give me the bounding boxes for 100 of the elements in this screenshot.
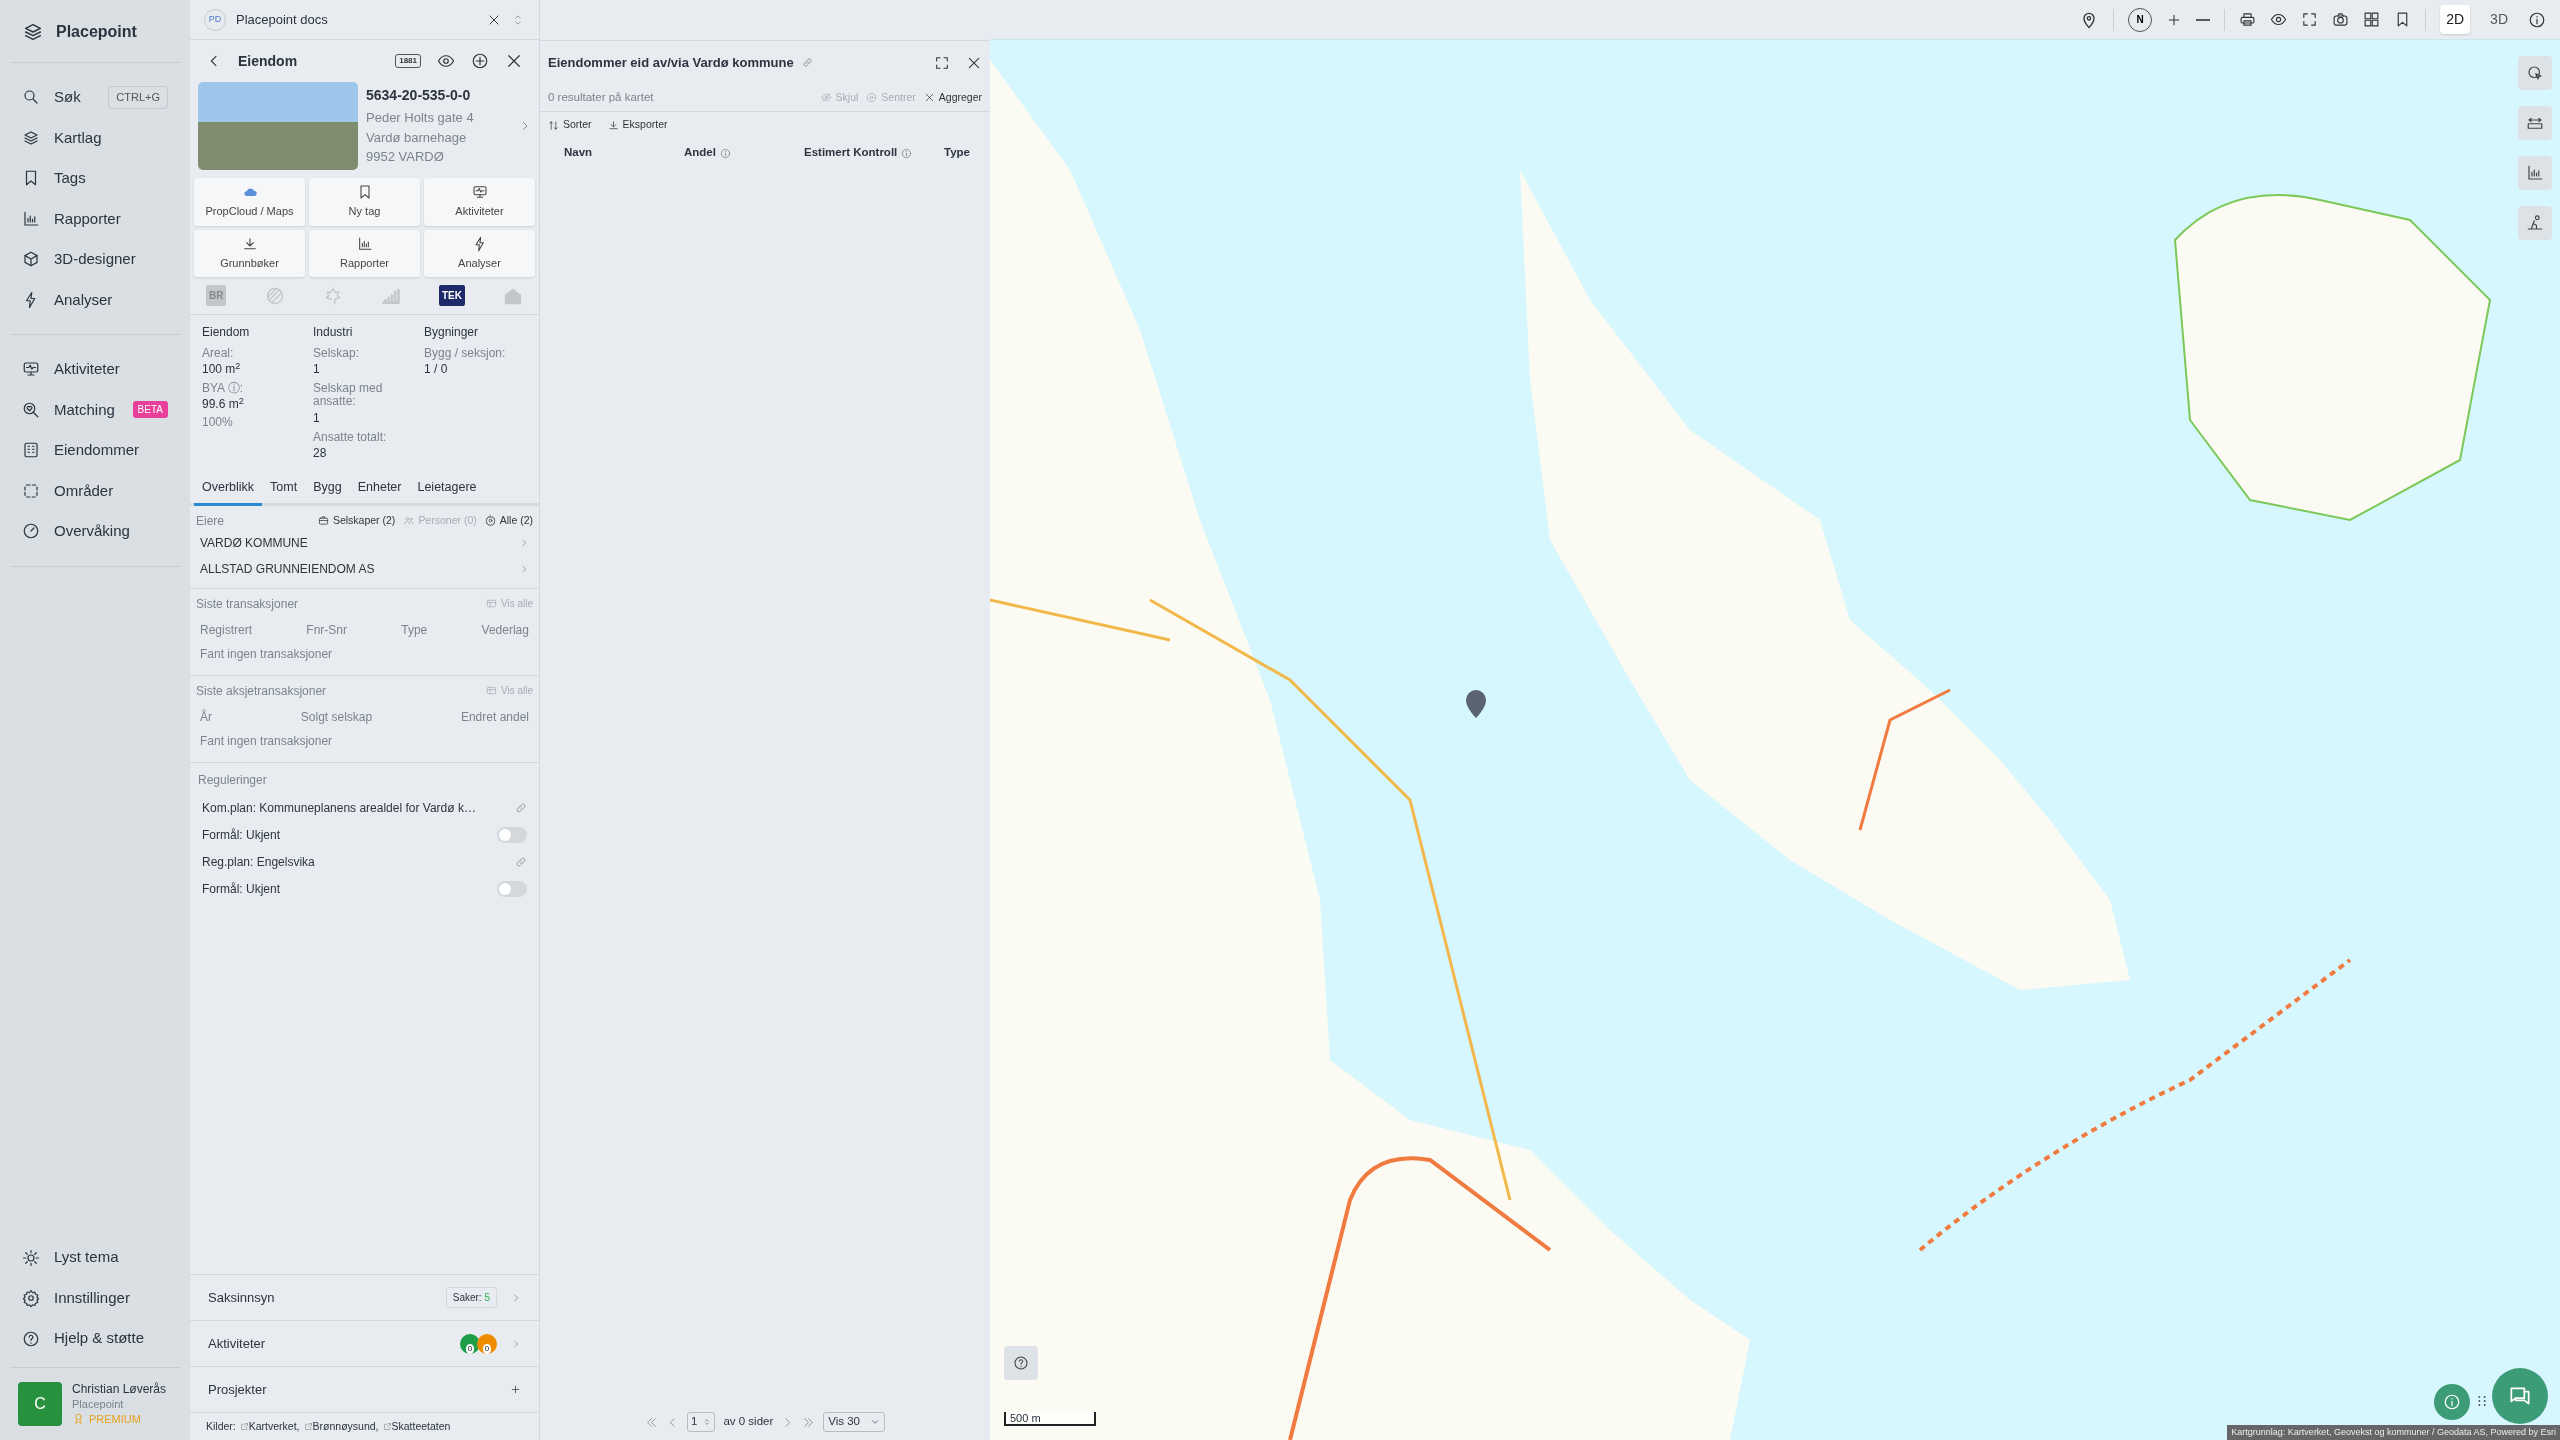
sidebar-item[interactable]: Rapporter <box>10 198 180 239</box>
chevron-down-icon <box>870 1417 880 1427</box>
locate-button[interactable] <box>471 52 489 70</box>
tab[interactable]: Leietagere <box>409 471 485 506</box>
sidebar-item[interactable]: Overvåking <box>10 511 180 552</box>
gauge-icon <box>22 522 40 541</box>
user-avatar[interactable]: C <box>18 1381 62 1426</box>
column-header: Navn <box>564 145 593 161</box>
action-button[interactable]: Grunnbøker <box>194 229 305 277</box>
shortcut-hint: CTRL+G <box>108 86 168 109</box>
tab[interactable]: Tomt <box>262 471 306 506</box>
link-icon <box>515 802 527 814</box>
walking-person-icon <box>2526 214 2544 232</box>
sidebar-item[interactable]: Lyst tema <box>10 1237 180 1278</box>
sidebar-item[interactable]: Hjelp & støtte <box>10 1318 180 1359</box>
view-mode-toggle[interactable]: 2D <box>2440 5 2471 34</box>
beta-badge: BETA <box>132 401 168 419</box>
toggle-switch[interactable] <box>497 881 527 897</box>
toolbar-button[interactable]: Sorter <box>548 117 592 133</box>
column-header: Type <box>401 621 428 639</box>
fullscreen-button[interactable] <box>2301 11 2319 28</box>
action-button[interactable]: Aggreger <box>923 89 982 106</box>
fullscreen-button[interactable] <box>934 54 950 71</box>
owner-item[interactable]: ALLSTAD GRUNNEIENDOM AS <box>196 555 533 582</box>
sidebar-item[interactable]: Eiendommer <box>10 430 180 471</box>
grid-button[interactable] <box>2363 11 2381 28</box>
tab[interactable]: Enheter <box>349 471 410 506</box>
print-button[interactable] <box>2239 11 2257 28</box>
result-count: 0 resultater på kartet <box>548 89 654 105</box>
empty-message: Fant ingen transaksjoner <box>199 645 334 663</box>
people-icon <box>403 515 415 526</box>
sidebar-item[interactable]: Tags <box>10 158 180 199</box>
help-icon <box>22 1329 40 1348</box>
action-button[interactable]: Analyser <box>424 229 535 277</box>
sidebar-item[interactable]: 3D-designer <box>10 239 180 280</box>
sidebar-item[interactable]: Områder <box>10 470 180 511</box>
field-label: Selskap med ansatte: <box>313 382 384 409</box>
view-mode-toggle[interactable]: 3D <box>2484 5 2514 34</box>
map-tool-button[interactable] <box>2518 156 2552 190</box>
filter-button[interactable]: Alle (2) <box>484 512 533 529</box>
phonebook-button[interactable]: 1881 <box>395 54 421 68</box>
page-size-select[interactable]: Vis 30 <box>823 1412 885 1432</box>
sidebar-item[interactable]: Matching BETA <box>10 389 180 430</box>
map-tool-button[interactable] <box>2518 106 2552 140</box>
map-tool-button[interactable] <box>2518 206 2552 240</box>
camera-button[interactable] <box>2332 11 2350 28</box>
action-button[interactable]: PropCloud / Maps <box>194 178 305 226</box>
action-button[interactable]: Ny tag <box>309 178 420 226</box>
sidebar-item[interactable]: Innstillinger <box>10 1277 180 1319</box>
crosshair-icon <box>471 52 489 70</box>
property-id: 5634-20-535-0-0 <box>366 86 472 106</box>
add-button[interactable] <box>510 1384 521 1395</box>
logo-icon <box>22 21 44 43</box>
source-link[interactable]: Skatteetaten <box>382 1418 451 1435</box>
address-line: Peder Holts gate 4 <box>366 109 475 128</box>
chevron-right-icon <box>519 563 529 574</box>
page-field[interactable]: 1 <box>687 1412 716 1432</box>
help-icon <box>1013 1355 1029 1371</box>
cursor-target-icon <box>2526 64 2544 82</box>
section-title: Siste transaksjoner <box>196 595 299 613</box>
source-link[interactable]: Kartverket, <box>239 1418 300 1435</box>
column-header: Estimert Kontroll <box>804 145 898 161</box>
regulation-text: Formål: Ukjent <box>202 827 281 844</box>
help-button[interactable] <box>1004 1346 1038 1380</box>
section-label: Saksinnsyn <box>208 1288 275 1307</box>
external-link-icon <box>382 1422 392 1431</box>
sort-icon <box>548 119 559 131</box>
close-button[interactable] <box>487 12 501 27</box>
toggle-switch[interactable] <box>497 827 527 843</box>
chat-button[interactable] <box>2492 1368 2548 1424</box>
eye-slash-icon <box>820 92 832 103</box>
double-chevron-left-icon <box>645 1415 658 1429</box>
info-button[interactable] <box>2528 10 2546 29</box>
activity-count-badge: 0 <box>477 1333 497 1354</box>
sources-label: Kilder: <box>206 1418 236 1434</box>
owner-item[interactable]: VARDØ KOMMUNE <box>196 529 533 556</box>
sidebar-item[interactable]: Kartlag <box>10 117 180 158</box>
sidebar-item[interactable]: Søk CTRL+G <box>10 77 180 118</box>
map-attribution: Kartgrunnlag: Kartverket, Geovekst og kommuner / Geodata AS, Powered by Esri <box>2227 1424 2560 1440</box>
sidebar-item[interactable]: Analyser <box>10 279 180 320</box>
external-link-icon <box>303 1422 313 1431</box>
user-organization: Placepoint <box>72 1397 125 1412</box>
eye-button[interactable] <box>2270 11 2288 28</box>
map-tool-button[interactable] <box>2518 56 2552 90</box>
action-button[interactable]: Aktiviteter <box>424 178 535 226</box>
close-button[interactable] <box>505 52 523 70</box>
toolbar-button[interactable]: Eksporter <box>607 117 668 133</box>
bar-chart-icon <box>2526 164 2544 182</box>
action-button[interactable]: Rapporter <box>309 229 420 277</box>
sidebar-item[interactable]: Aktiviteter <box>10 349 180 390</box>
bar-chart-icon <box>22 209 40 228</box>
section-title: Reguleringer <box>198 771 268 789</box>
filter-button[interactable]: Selskaper (2) <box>317 512 396 529</box>
source-link[interactable]: Brønnøysund, <box>303 1418 379 1435</box>
eye-icon <box>437 52 455 70</box>
tab[interactable]: Bygg <box>305 471 350 506</box>
view-button[interactable] <box>437 52 455 70</box>
column-header: Andel <box>684 145 716 161</box>
tab[interactable]: Overblikk <box>194 471 263 506</box>
indicator-tag[interactable]: TEK <box>438 285 465 306</box>
